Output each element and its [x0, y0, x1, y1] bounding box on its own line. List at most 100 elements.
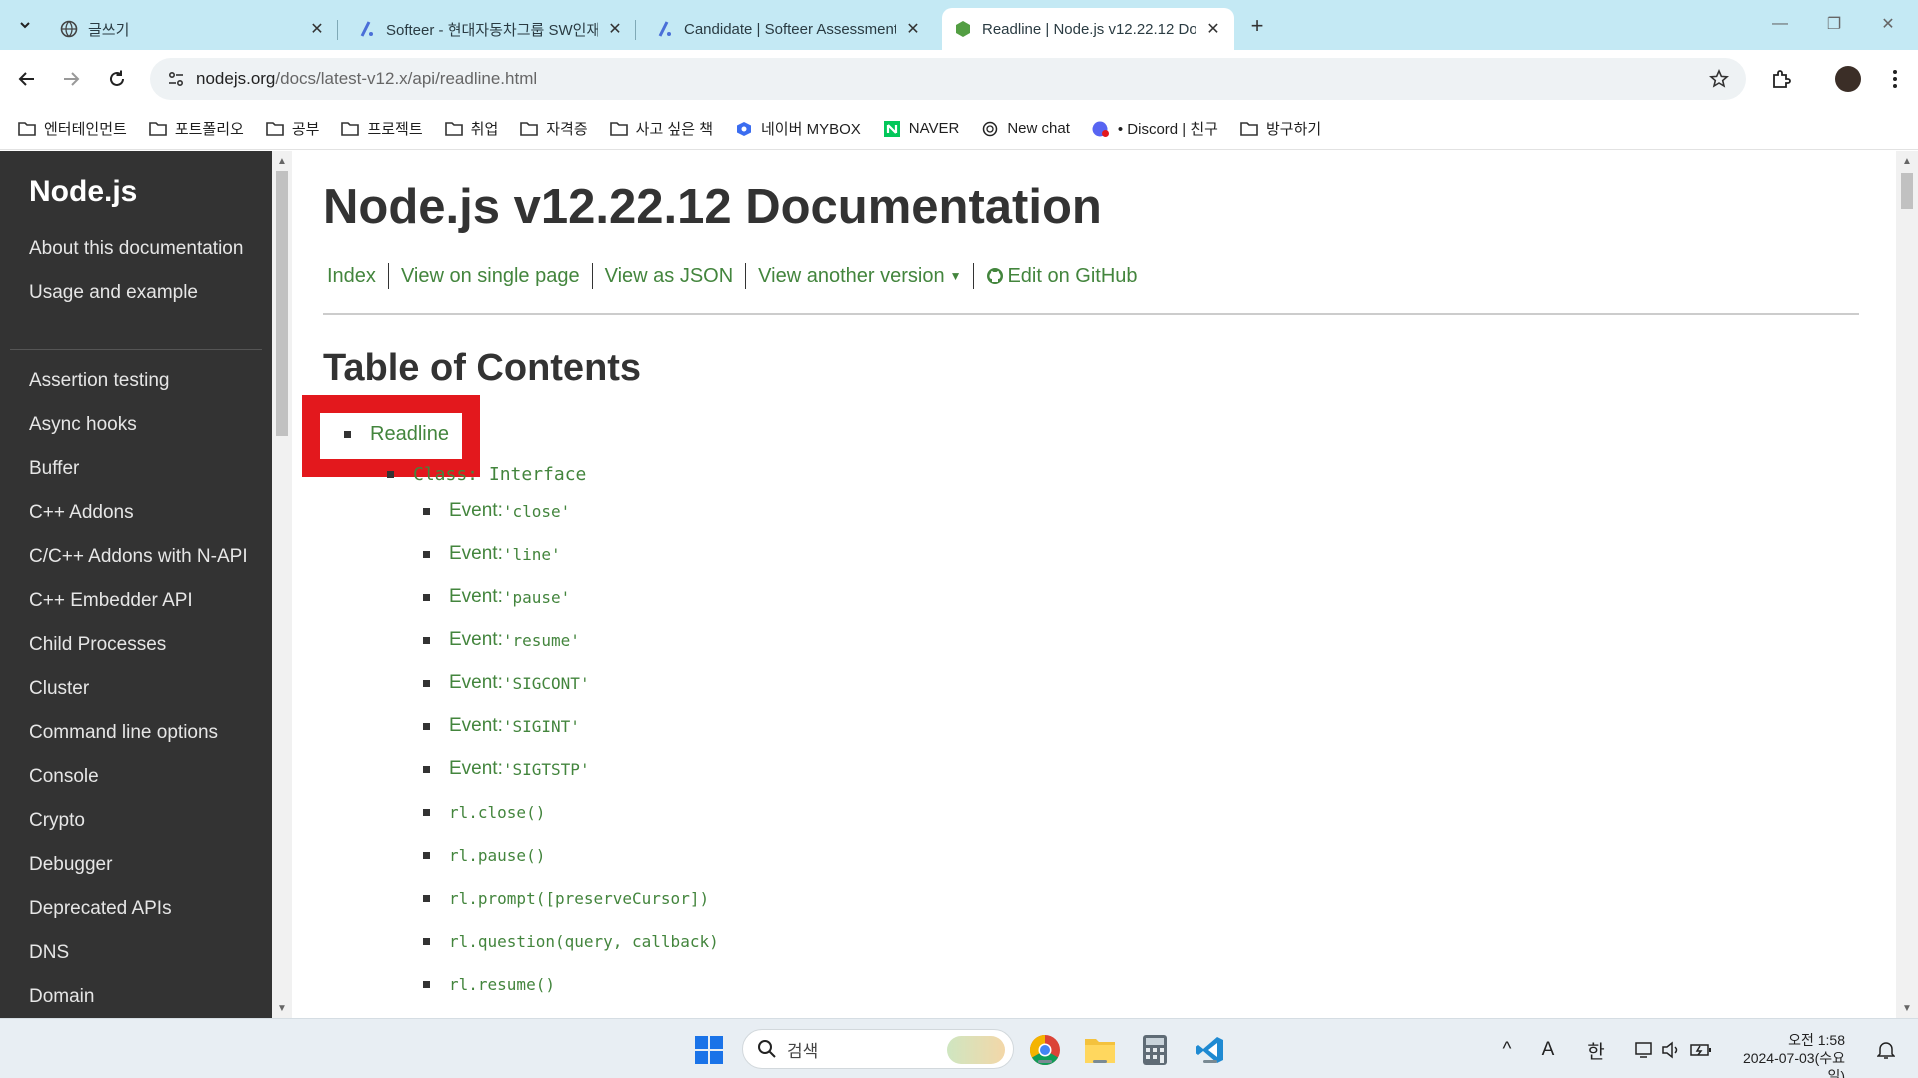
sidebar-item-embedding[interactable]: C++ Embedder API: [29, 589, 259, 613]
toc-item[interactable]: Event: 'SIGINT': [423, 714, 719, 738]
bookmark-entertainment[interactable]: 엔터테인먼트: [18, 118, 127, 139]
bookmark-newchat[interactable]: New chat: [981, 120, 1070, 137]
system-clock[interactable]: 오전 1:58 2024-07-03(수요일): [1730, 1031, 1845, 1078]
json-link[interactable]: View as JSON: [601, 263, 747, 289]
toc-code[interactable]: rl.prompt([preserveCursor]): [449, 889, 709, 908]
toc-link[interactable]: Readline: [370, 423, 449, 446]
bookmark-naver[interactable]: NAVER: [883, 120, 959, 137]
toc-code[interactable]: 'line': [503, 545, 561, 564]
taskbar-vscode[interactable]: [1193, 1033, 1227, 1067]
volume-icon[interactable]: [1658, 1037, 1684, 1063]
ime-mode-a[interactable]: A: [1535, 1037, 1561, 1063]
start-button[interactable]: [692, 1033, 726, 1067]
single-page-link[interactable]: View on single page: [397, 263, 593, 289]
sidebar-item-cluster[interactable]: Cluster: [29, 677, 259, 701]
toc-item[interactable]: rl.prompt([preserveCursor]): [423, 886, 719, 910]
sidebar-item-deprecations[interactable]: Deprecated APIs: [29, 897, 259, 921]
network-icon[interactable]: [1632, 1037, 1658, 1063]
profile-button[interactable]: [1833, 64, 1863, 94]
toc-code[interactable]: rl.pause(): [449, 846, 545, 865]
scrollbar-thumb[interactable]: [276, 171, 288, 436]
taskbar-calculator[interactable]: [1138, 1033, 1172, 1067]
sidebar-item-async-hooks[interactable]: Async hooks: [29, 413, 259, 437]
sidebar-item-addons[interactable]: C++ Addons: [29, 501, 259, 525]
bookmark-discord[interactable]: • Discord | 친구: [1092, 118, 1218, 139]
toc-code[interactable]: 'SIGTSTP': [503, 760, 590, 779]
close-icon[interactable]: ✕: [1204, 20, 1222, 38]
bookmark-portfolio[interactable]: 포트폴리오: [149, 118, 244, 139]
ime-mode-hangul[interactable]: 한: [1583, 1037, 1609, 1063]
scrollbar-thumb[interactable]: [1901, 173, 1913, 209]
scroll-up-icon[interactable]: ▲: [276, 155, 288, 167]
toc-item[interactable]: Event: 'pause': [423, 585, 719, 609]
scroll-up-icon[interactable]: ▲: [1901, 155, 1913, 167]
toc-code[interactable]: 'resume': [503, 631, 580, 650]
bookmark-room[interactable]: 방구하기: [1240, 118, 1321, 139]
sidebar-item-assert[interactable]: Assertion testing: [29, 369, 259, 393]
toc-item[interactable]: Event: 'close': [423, 499, 719, 523]
bookmark-mybox[interactable]: 네이버 MYBOX: [735, 118, 861, 139]
toc-code[interactable]: 'close': [503, 502, 570, 521]
taskbar-search[interactable]: 검색: [742, 1029, 1014, 1069]
index-link[interactable]: Index: [323, 263, 389, 289]
menu-button[interactable]: [1880, 64, 1910, 94]
bookmark-job[interactable]: 취업: [444, 118, 498, 139]
toc-item-class-interface[interactable]: Class: Interface: [387, 464, 586, 485]
toc-item[interactable]: Event: 'resume': [423, 628, 719, 652]
sidebar-item-console[interactable]: Console: [29, 765, 259, 789]
toc-item[interactable]: Event: 'SIGCONT': [423, 671, 719, 695]
sidebar-item-usage[interactable]: Usage and example: [29, 281, 249, 305]
forward-button[interactable]: [56, 64, 86, 94]
sidebar-item-domain[interactable]: Domain: [29, 985, 259, 1009]
site-info-icon[interactable]: [166, 69, 186, 89]
tab-readline[interactable]: Readline | Node.js v12.22.12 Docs ✕: [942, 8, 1234, 50]
sidebar-item-buffer[interactable]: Buffer: [29, 457, 259, 481]
minimize-button[interactable]: —: [1752, 8, 1808, 40]
close-window-button[interactable]: ✕: [1860, 8, 1916, 40]
taskbar-chrome[interactable]: [1028, 1033, 1062, 1067]
bookmark-study[interactable]: 공부: [266, 118, 319, 139]
github-link[interactable]: Edit on GitHub: [982, 263, 1149, 289]
bookmark-star-icon[interactable]: [1708, 68, 1730, 90]
tab-candidate[interactable]: Candidate | Softeer Assessment ✕: [644, 8, 934, 50]
toc-item[interactable]: Event: 'SIGTSTP': [423, 757, 719, 781]
sidebar-item-n-api[interactable]: C/C++ Addons with N-API: [29, 545, 259, 569]
sidebar-item-cli[interactable]: Command line options: [29, 721, 259, 745]
toc-item[interactable]: rl.resume(): [423, 972, 719, 996]
battery-icon[interactable]: [1688, 1037, 1714, 1063]
sidebar-logo[interactable]: Node.js: [29, 175, 137, 209]
close-icon[interactable]: ✕: [606, 20, 624, 38]
bookmark-certificate[interactable]: 자격증: [520, 118, 588, 139]
sidebar-item-crypto[interactable]: Crypto: [29, 809, 259, 833]
toc-code[interactable]: rl.question(query, callback): [449, 932, 719, 951]
toc-link[interactable]: Class: Interface: [413, 464, 586, 485]
notification-bell-icon[interactable]: [1873, 1037, 1899, 1063]
bookmark-books[interactable]: 사고 싶은 책: [609, 118, 713, 139]
scroll-down-icon[interactable]: ▼: [276, 1002, 288, 1014]
toc-code[interactable]: rl.close(): [449, 803, 545, 822]
page-scrollbar[interactable]: ▲ ▼: [1896, 151, 1918, 1018]
extensions-button[interactable]: [1766, 64, 1796, 94]
tab-write[interactable]: 글쓰기 ✕: [48, 8, 338, 50]
address-bar[interactable]: nodejs.org/docs/latest-v12.x/api/readlin…: [150, 58, 1746, 100]
restore-button[interactable]: ❐: [1806, 8, 1862, 40]
back-button[interactable]: [12, 64, 42, 94]
toc-code[interactable]: 'pause': [503, 588, 570, 607]
sidebar-item-dns[interactable]: DNS: [29, 941, 259, 965]
sidebar-item-child-process[interactable]: Child Processes: [29, 633, 259, 657]
tab-softeer[interactable]: Softeer - 현대자동차그룹 SW인재 ✕: [346, 8, 636, 50]
tray-overflow-icon[interactable]: ^: [1494, 1037, 1520, 1063]
version-picker[interactable]: View another version ▼: [754, 263, 975, 289]
scroll-down-icon[interactable]: ▼: [1901, 1002, 1913, 1014]
toc-item[interactable]: rl.question(query, callback): [423, 929, 719, 953]
toc-code[interactable]: 'SIGCONT': [503, 674, 590, 693]
tab-search-button[interactable]: [10, 10, 40, 40]
toc-item[interactable]: rl.close(): [423, 800, 719, 824]
new-tab-button[interactable]: +: [1243, 12, 1271, 40]
toc-code[interactable]: 'SIGINT': [503, 717, 580, 736]
sidebar-item-debugger[interactable]: Debugger: [29, 853, 259, 877]
taskbar-explorer[interactable]: [1083, 1033, 1117, 1067]
toc-item-readline[interactable]: Readline: [344, 423, 449, 446]
bookmark-project[interactable]: 프로젝트: [341, 118, 423, 139]
toc-code[interactable]: rl.resume(): [449, 975, 555, 994]
